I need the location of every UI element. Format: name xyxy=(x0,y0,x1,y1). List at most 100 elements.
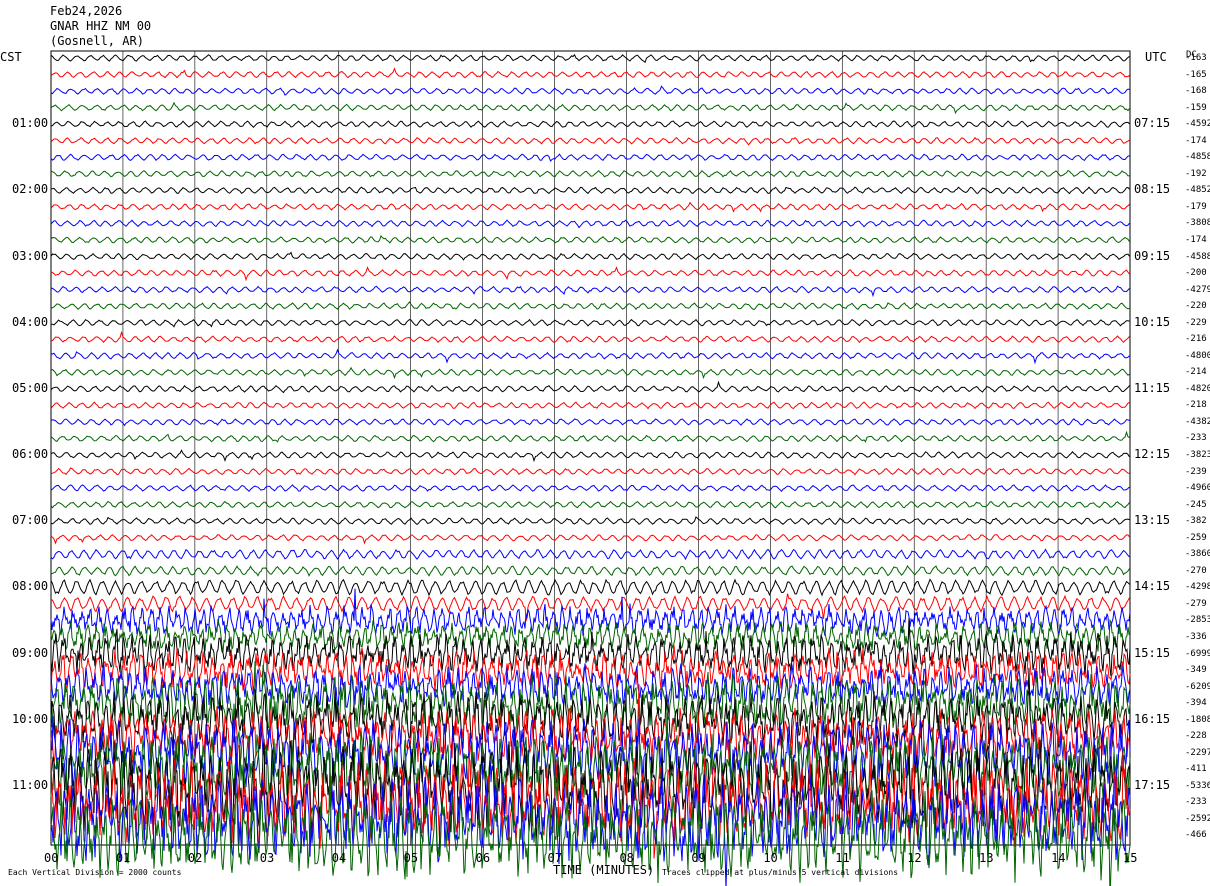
trace-row-25 xyxy=(50,449,1130,463)
trace-row-11 xyxy=(50,219,1130,229)
dc-offset-label: -5336 xyxy=(1185,780,1210,791)
trace-row-23 xyxy=(50,418,1130,427)
dc-offset-label: -279 xyxy=(1185,598,1207,609)
dc-offset-label: -233 xyxy=(1185,433,1207,444)
trace-row-32 xyxy=(50,564,1130,577)
trace-row-31 xyxy=(50,548,1130,561)
x-tick-label: 12 xyxy=(907,851,922,865)
dc-offset-label: -2853 xyxy=(1185,615,1210,626)
trace-row-28 xyxy=(50,500,1130,509)
left-hour-label: 01:00 xyxy=(12,116,49,131)
dc-offset-label: -168 xyxy=(1185,86,1207,97)
trace-row-5 xyxy=(50,120,1130,129)
dc-offset-label: -3860 xyxy=(1185,549,1210,560)
dc-offset-label: -159 xyxy=(1185,102,1207,113)
left-hour-label: 08:00 xyxy=(12,579,49,594)
trace-row-8 xyxy=(50,169,1130,178)
dc-offset-label: -4592 xyxy=(1185,119,1210,130)
trace-row-2 xyxy=(50,67,1130,79)
dc-offset-label: -174 xyxy=(1185,234,1207,245)
clipping-note: Traces clipped at plus/minus 5 vertical … xyxy=(662,868,899,877)
dc-offset-label: -2592 xyxy=(1185,813,1210,824)
dc-offset-label: -411 xyxy=(1185,764,1207,775)
trace-row-4 xyxy=(50,101,1130,115)
right-hour-label: 08:15 xyxy=(1134,182,1171,197)
dc-offset-label: -216 xyxy=(1185,334,1207,345)
dc-offset-label: -4298 xyxy=(1185,582,1210,593)
right-hour-label: 17:15 xyxy=(1134,777,1171,792)
trace-row-24 xyxy=(50,430,1130,443)
trace-row-1 xyxy=(50,53,1130,64)
station-code: GNAR HHZ NM 00 xyxy=(50,19,152,33)
dc-offset-label: -6209 xyxy=(1185,681,1210,692)
trace-row-22 xyxy=(50,401,1130,410)
dc-offset-label: -3823 xyxy=(1185,450,1210,460)
trace-row-19 xyxy=(50,348,1130,365)
dc-offset-label: -245 xyxy=(1185,499,1207,510)
dc-offset-label: -220 xyxy=(1185,301,1207,312)
right-hour-label: 15:15 xyxy=(1134,645,1171,660)
trace-row-33 xyxy=(50,578,1130,597)
station-location: (Gosnell, AR) xyxy=(50,34,144,48)
left-hour-label: 03:00 xyxy=(12,248,49,263)
x-tick-label: 00 xyxy=(44,851,59,865)
trace-row-12 xyxy=(50,234,1130,244)
trace-row-18 xyxy=(50,330,1130,344)
trace-row-29 xyxy=(50,516,1130,526)
trace-row-21 xyxy=(50,380,1130,394)
right-hour-label: 14:15 xyxy=(1134,579,1171,594)
x-tick-label: 05 xyxy=(403,851,419,865)
left-timezone-label: CST xyxy=(0,50,22,64)
dc-offset-label: -228 xyxy=(1185,731,1207,742)
trace-row-6 xyxy=(50,136,1130,146)
dc-offset-label: -4279 xyxy=(1185,284,1210,295)
dc-offset-label: -200 xyxy=(1185,268,1207,279)
dc-offset-label: -4800 xyxy=(1185,350,1210,361)
dc-offset-label: -394 xyxy=(1185,698,1207,709)
plot-date: Feb24,2026 xyxy=(50,4,123,18)
dc-offset-label: -174 xyxy=(1185,135,1207,146)
dc-offset-label: -229 xyxy=(1185,317,1207,328)
x-tick-label: 06 xyxy=(475,851,491,865)
x-tick-label: 04 xyxy=(331,851,347,865)
plot-frame xyxy=(50,50,1131,846)
x-axis-title: TIME (MINUTES) xyxy=(553,863,655,877)
left-hour-label: 06:00 xyxy=(12,447,49,461)
dc-offset-label: -270 xyxy=(1185,565,1207,576)
left-hour-label: 11:00 xyxy=(12,777,49,792)
trace-row-7 xyxy=(50,153,1130,162)
left-hour-label: 04:00 xyxy=(12,314,49,329)
helicorder-plot xyxy=(50,50,1131,886)
x-tick-label: 15 xyxy=(1123,851,1138,865)
dc-offset-label: -2297 xyxy=(1185,747,1210,758)
dc-offset-label: -349 xyxy=(1185,665,1207,676)
x-tick-label: 11 xyxy=(835,851,850,865)
dc-offset-label: -233 xyxy=(1185,797,1207,808)
dc-offset-label: -165 xyxy=(1185,69,1207,80)
dc-offset-label: -6999 xyxy=(1185,648,1210,659)
dc-offset-label: -4858 xyxy=(1185,152,1210,163)
dc-offset-label: -4960 xyxy=(1185,483,1210,494)
dc-offset-label: -1808 xyxy=(1185,714,1210,725)
left-hour-label: 07:00 xyxy=(12,513,49,528)
trace-row-15 xyxy=(50,285,1130,298)
x-tick-label: 14 xyxy=(1051,851,1066,865)
dc-offset-label: -192 xyxy=(1185,168,1207,179)
dc-offset-label: -239 xyxy=(1185,466,1207,477)
dc-offset-label: -3808 xyxy=(1185,218,1210,229)
dc-offset-label: -218 xyxy=(1185,400,1207,411)
trace-row-16 xyxy=(50,301,1130,310)
left-hour-label: 10:00 xyxy=(12,711,49,726)
right-hour-label: 16:15 xyxy=(1134,711,1171,726)
right-hour-label: 10:15 xyxy=(1134,314,1171,329)
x-tick-label: 02 xyxy=(187,851,203,865)
dc-offset-label: -4382 xyxy=(1185,416,1210,427)
dc-offset-label: -336 xyxy=(1185,631,1207,642)
trace-row-9 xyxy=(51,186,1130,195)
trace-row-30 xyxy=(50,533,1130,545)
trace-row-13 xyxy=(50,251,1130,261)
trace-row-20 xyxy=(50,366,1130,380)
right-hour-label: 12:15 xyxy=(1134,447,1171,461)
right-timezone-label: UTC xyxy=(1145,50,1167,64)
x-tick-label: 10 xyxy=(763,851,778,865)
